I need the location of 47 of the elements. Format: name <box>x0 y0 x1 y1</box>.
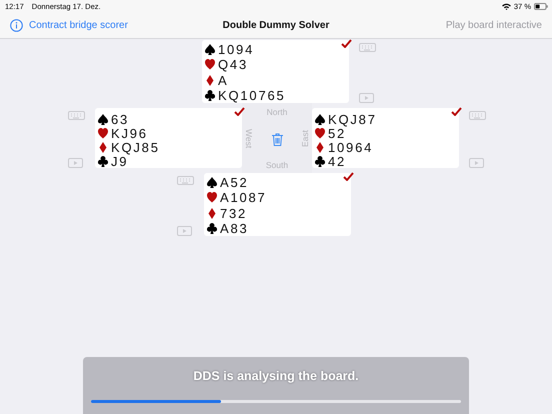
play-icon[interactable] <box>469 158 484 168</box>
card-holding: A83 <box>220 221 249 236</box>
card-holding: 732 <box>220 206 248 221</box>
card-holding: J9 <box>111 154 128 168</box>
card-holding: KJ96 <box>111 126 148 140</box>
keyboard-icon[interactable] <box>469 111 486 120</box>
spade-icon <box>205 44 215 56</box>
card-holding: A <box>218 72 228 88</box>
diamond-icon <box>98 142 108 152</box>
club-icon <box>207 223 217 234</box>
card-holding: 63 <box>111 112 130 126</box>
status-message: DDS is analysing the board. <box>193 369 359 383</box>
spade-icon <box>207 177 217 188</box>
spade-icon <box>315 114 325 124</box>
card-holding: 1094 <box>218 42 254 58</box>
diamond-icon <box>205 74 215 86</box>
card-holding: A1087 <box>220 190 267 206</box>
card-holding: KQJ85 <box>111 140 160 154</box>
screen-title: Double Dummy Solver <box>222 20 330 31</box>
card-holding: A52 <box>220 175 249 190</box>
keyboard-icon[interactable] <box>68 111 85 120</box>
play-icon[interactable] <box>359 93 374 103</box>
info-icon <box>10 19 23 32</box>
trash-icon[interactable] <box>272 132 282 146</box>
club-icon <box>98 156 108 166</box>
card-holding: Q43 <box>218 57 248 72</box>
club-icon <box>205 90 215 102</box>
wifi-icon <box>502 3 511 10</box>
keyboard-icon[interactable] <box>359 43 376 52</box>
play-icon[interactable] <box>68 158 83 168</box>
heart-icon <box>98 128 108 138</box>
battery-icon <box>534 3 548 10</box>
heart-icon <box>315 128 325 138</box>
scorer-link-button[interactable]: Contract bridge scorer <box>10 19 128 32</box>
spade-icon <box>98 114 108 124</box>
keyboard-icon[interactable] <box>177 176 194 185</box>
diamond-icon <box>207 208 217 219</box>
heart-icon <box>207 192 217 204</box>
diamond-icon <box>315 142 325 152</box>
card-holding: 10964 <box>328 140 374 154</box>
play-icon[interactable] <box>177 226 192 236</box>
club-icon <box>315 156 325 166</box>
card-holding: 42 <box>328 154 346 168</box>
heart-icon <box>205 59 215 70</box>
card-holding: 52 <box>328 126 346 140</box>
card-holding: KQ10765 <box>218 88 286 104</box>
card-holding: KQJ87 <box>328 112 377 126</box>
